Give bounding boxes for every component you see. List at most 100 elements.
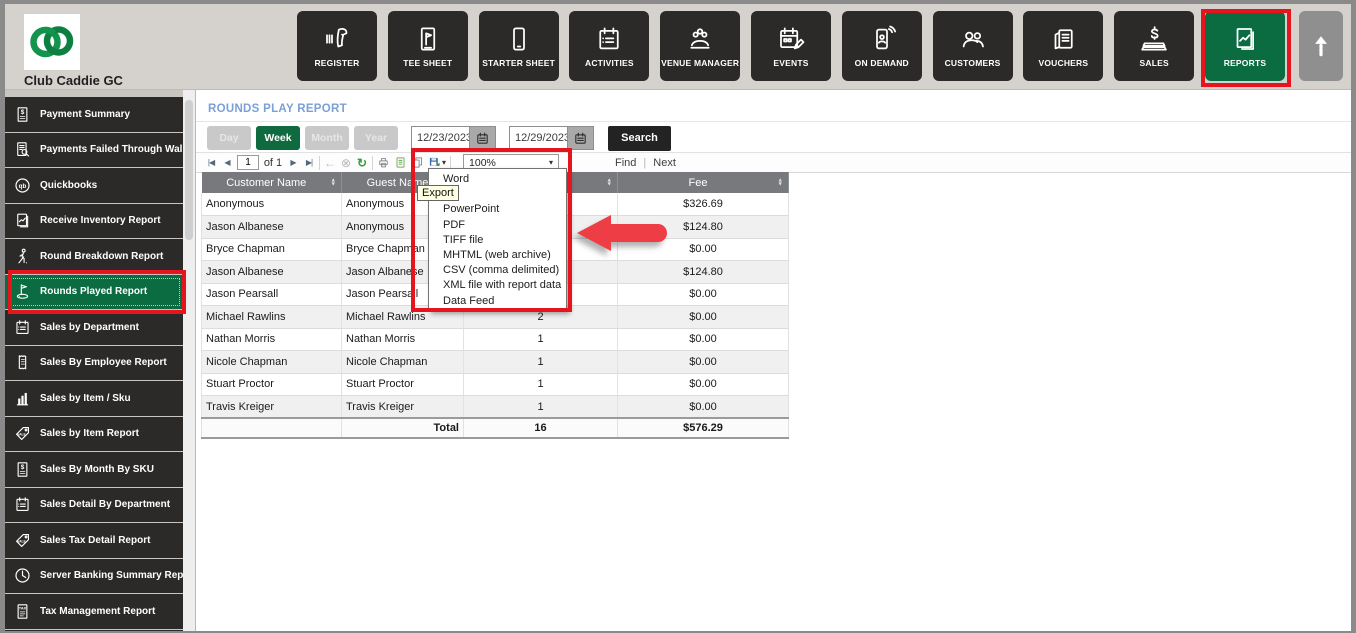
date-to-calendar-button[interactable] <box>567 126 594 150</box>
first-page-icon[interactable] <box>205 158 217 167</box>
sidebar-report-item[interactable]: Sales By Employee Report <box>5 345 183 380</box>
stop-icon[interactable] <box>340 156 352 170</box>
sidebar-item-label: Sales Detail By Department <box>40 499 171 511</box>
page-number-input[interactable] <box>237 155 259 170</box>
zoom-value: 100% <box>469 156 496 169</box>
sidebar-report-item[interactable]: Sales By Month By SKU <box>5 452 183 487</box>
sidebar-report-item[interactable]: Sales by Item / Sku <box>5 381 183 416</box>
module-label: REPORTS <box>1223 58 1267 68</box>
module-button[interactable]: SALES <box>1114 11 1195 81</box>
cell-customer-name: Michael Rawlins <box>201 305 342 329</box>
export-menu-item[interactable]: Data Feed <box>429 294 566 309</box>
sidebar-report-item[interactable]: Sales Detail By Department <box>5 487 183 522</box>
last-page-icon[interactable] <box>303 158 315 167</box>
find-link[interactable]: Find <box>615 157 636 169</box>
cell-fee: $326.69 <box>617 193 789 216</box>
sidebar-item-label: Rounds Played Report <box>40 286 148 298</box>
cell-fee: $124.80 <box>617 215 789 239</box>
sidebar-report-item[interactable]: Payment Summary <box>5 97 183 132</box>
previous-page-icon[interactable] <box>221 158 233 167</box>
sidebar-report-item[interactable]: Payments Failed Through Wallet <box>5 132 183 167</box>
module-button[interactable]: REPORTS <box>1204 11 1285 81</box>
sidebar-report-item[interactable]: Server Banking Summary Report <box>5 558 183 593</box>
sort-icon[interactable] <box>778 178 783 187</box>
club-caddie-logo <box>24 14 80 70</box>
cell-guest-name: Stuart Proctor <box>341 373 464 396</box>
column-header-label: Customer Name <box>226 176 307 189</box>
module-label: CUSTOMERS <box>944 58 1001 68</box>
sidebar-item-label: Sales By Month By SKU <box>40 463 154 475</box>
sort-icon[interactable] <box>607 178 612 187</box>
collapse-toolbar-button[interactable] <box>1299 11 1343 81</box>
date-from-input[interactable] <box>411 126 469 150</box>
period-button[interactable]: Week <box>256 126 300 150</box>
period-button[interactable]: Month <box>305 126 349 150</box>
module-icon <box>322 24 352 54</box>
module-button[interactable]: ACTIVITIES <box>569 11 650 81</box>
period-button[interactable]: Year <box>354 126 398 150</box>
table-row: Nathan Morris Nathan Morris 1 $0.00 <box>201 328 789 351</box>
module-button[interactable]: TEE SHEET <box>387 11 468 81</box>
report-viewer-toolbar: of 1 100% <box>196 152 1351 173</box>
sidebar-report-item[interactable]: Sales Tax Detail Report <box>5 523 183 558</box>
cell-total-rounds: 1 <box>463 395 618 419</box>
column-header[interactable]: Fee <box>617 172 789 193</box>
period-button[interactable]: Day <box>207 126 251 150</box>
total-fee-value: $576.29 <box>617 417 789 439</box>
column-header-label: Fee <box>688 176 708 189</box>
sidebar-item-icon <box>13 247 32 266</box>
sidebar-scrollbar[interactable] <box>183 90 195 631</box>
cell-fee: $124.80 <box>617 260 789 284</box>
cell-customer-name: Stuart Proctor <box>201 373 342 396</box>
sidebar-report-item[interactable]: Quickbooks <box>5 168 183 203</box>
sidebar-report-item[interactable]: Round Breakdown Report <box>5 239 183 274</box>
module-button[interactable]: REGISTER <box>297 11 377 81</box>
sidebar-report-item[interactable]: Sales by Department <box>5 310 183 345</box>
sort-icon[interactable] <box>331 178 336 187</box>
sidebar-scrollbar-thumb[interactable] <box>185 100 193 240</box>
next-link[interactable]: Next <box>653 157 676 169</box>
print-layout-icon[interactable] <box>394 156 407 169</box>
module-button[interactable]: VOUCHERS <box>1023 11 1104 81</box>
sidebar-item-label: Round Breakdown Report <box>40 250 164 262</box>
sidebar-item-icon <box>13 140 32 159</box>
date-to-input[interactable] <box>509 126 567 150</box>
refresh-icon[interactable] <box>356 156 368 170</box>
title-divider <box>196 121 1351 122</box>
module-button[interactable]: VENUE MANAGER <box>660 11 741 81</box>
cell-customer-name: Travis Kreiger <box>201 395 342 419</box>
sidebar-report-item[interactable]: Receive Inventory Report <box>5 203 183 238</box>
sidebar-item-icon <box>13 282 32 301</box>
cell-fee: $0.00 <box>617 350 789 374</box>
sidebar-item-icon <box>13 424 32 443</box>
module-button[interactable]: STARTER SHEET <box>478 11 559 81</box>
module-label: STARTER SHEET <box>482 58 555 68</box>
sidebar-report-item[interactable]: Rounds Played Report <box>5 274 183 309</box>
sidebar-report-item[interactable]: Sales by Item Report <box>5 416 183 451</box>
back-icon[interactable] <box>324 156 336 170</box>
column-header[interactable]: Customer Name <box>201 172 342 193</box>
table-row: Travis Kreiger Travis Kreiger 1 $0.00 <box>201 395 789 419</box>
search-button[interactable]: Search <box>608 125 671 151</box>
toolbar-divider <box>319 155 320 170</box>
app-screenshot: Club Caddie GC REGISTER TEE SHEET STARTE… <box>0 0 1356 633</box>
module-button[interactable]: CUSTOMERS <box>932 11 1013 81</box>
export-menu-item[interactable]: MHTML (web archive) <box>429 248 566 263</box>
export-menu-item[interactable]: XML file with report data <box>429 278 566 293</box>
sidebar-item-label: Payments Failed Through Wallet <box>40 144 183 156</box>
table-total-row: Total 16 $576.29 <box>201 417 789 439</box>
export-menu-item[interactable]: PDF <box>429 218 566 233</box>
module-button[interactable]: ON DEMAND <box>841 11 922 81</box>
sidebar-report-item[interactable]: Tax Management Report <box>5 594 183 629</box>
print-icon[interactable] <box>377 156 390 169</box>
export-menu-item[interactable]: PowerPoint <box>429 202 566 217</box>
next-page-icon[interactable] <box>287 158 299 167</box>
cell-total-rounds: 1 <box>463 373 618 396</box>
page-count-label: of 1 <box>263 156 283 169</box>
export-menu-item[interactable]: CSV (comma delimited) <box>429 263 566 278</box>
module-button[interactable]: EVENTS <box>750 11 831 81</box>
page-setup-icon[interactable] <box>411 156 424 169</box>
date-from-calendar-button[interactable] <box>469 126 496 150</box>
export-menu-item[interactable]: TIFF file <box>429 233 566 248</box>
date-from-group <box>411 126 496 150</box>
